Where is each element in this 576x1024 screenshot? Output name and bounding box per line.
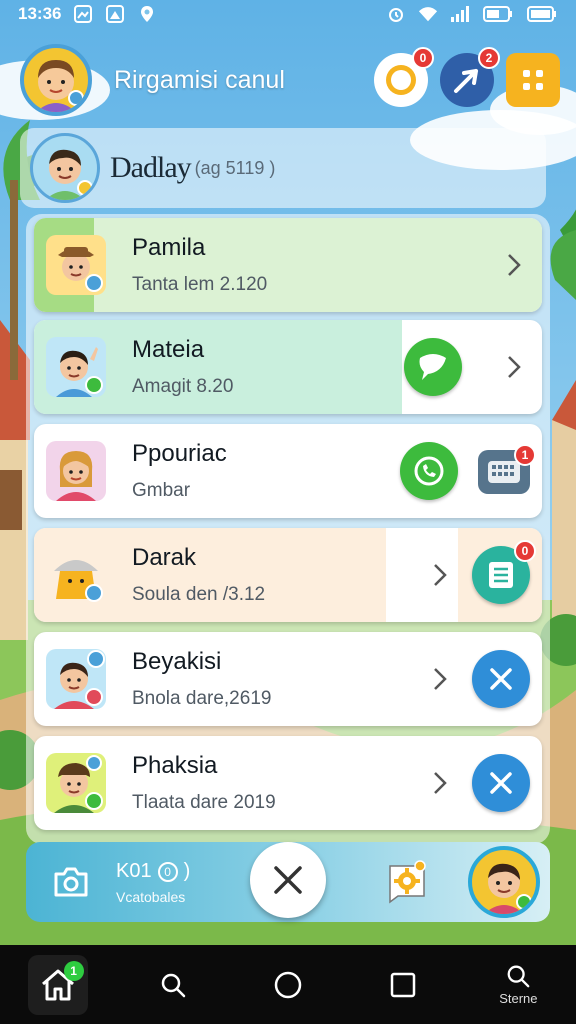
contact-name: Mateia	[132, 336, 205, 363]
counter-badge: 0	[157, 861, 178, 882]
remove-button[interactable]	[472, 754, 530, 812]
remove-button[interactable]	[472, 650, 530, 708]
chevron-right-icon[interactable]	[430, 561, 450, 589]
signal-icon	[450, 4, 470, 24]
profile-name: Dadlay	[110, 151, 192, 184]
close-button[interactable]	[250, 842, 326, 918]
keyboard-badge: 1	[514, 444, 536, 466]
whatsapp-button[interactable]	[400, 442, 458, 500]
chat-bubble-icon	[419, 354, 446, 380]
status-time: 13:36	[18, 4, 62, 23]
location-icon	[137, 4, 157, 24]
search-icon	[161, 973, 186, 997]
user-avatar[interactable]	[20, 44, 92, 116]
search-icon	[507, 965, 530, 988]
camera-icon	[54, 867, 88, 897]
chevron-right-icon[interactable]	[504, 353, 524, 381]
wifi-icon	[418, 4, 438, 24]
nav-search-labeled[interactable]: Sterne	[488, 955, 548, 1015]
nav-recents[interactable]	[373, 955, 433, 1015]
system-nav-bar: 1 Sterne	[0, 945, 576, 1024]
battery-full-icon	[526, 4, 558, 24]
status-left: 13:36	[18, 4, 157, 24]
nav-home[interactable]: 1	[27, 954, 88, 1015]
contact-avatar	[46, 441, 106, 501]
profile-subtitle: (ag 5119 )	[194, 157, 276, 178]
app-title: Rirgamisi canul	[114, 65, 285, 94]
close-icon	[490, 772, 512, 794]
bottom-action-card: K01 0 ) Vcatobales	[26, 842, 550, 922]
vocabulary-counter[interactable]: K01 0 ) Vcatobales	[116, 860, 190, 905]
chat-list: Pamila Tanta lem 2.120 Mateia Amagit 8.2…	[26, 214, 550, 844]
compass-button[interactable]: 0	[374, 47, 434, 107]
keyboard-icon	[488, 461, 520, 483]
status-bar: 13:36	[0, 0, 576, 28]
counter-value: K01	[116, 860, 152, 882]
chevron-right-icon[interactable]	[504, 251, 524, 279]
list-item[interactable]: Phaksia Tlaata dare 2019	[34, 736, 542, 830]
status-right	[386, 4, 558, 24]
home-badge: 1	[63, 960, 84, 981]
list-item[interactable]: Beyakisi Bnola dare,2619	[34, 632, 542, 726]
app-header: Rirgamisi canul 0 2	[20, 40, 560, 120]
contact-subtitle: Tanta lem 2.120	[132, 274, 268, 295]
notes-badge: 0	[514, 540, 536, 562]
gallery-notification-icon	[73, 4, 93, 24]
close-icon	[490, 668, 512, 690]
nav-search[interactable]	[143, 955, 203, 1015]
keyboard-button[interactable]: 1	[478, 444, 536, 494]
contact-avatar	[46, 753, 106, 813]
list-item[interactable]: Pamila Tanta lem 2.120	[34, 218, 542, 312]
contact-name: Pamila	[132, 234, 206, 261]
alarm-icon	[386, 4, 406, 24]
share-button[interactable]: 2	[440, 47, 500, 107]
square-recents-icon	[390, 972, 416, 997]
chevron-right-icon[interactable]	[430, 665, 450, 693]
settings-note-button[interactable]	[384, 858, 432, 906]
bottom-user-avatar[interactable]	[468, 846, 540, 918]
grid-dots-icon	[523, 70, 543, 90]
contact-avatar	[46, 235, 106, 295]
list-document-icon	[489, 562, 513, 588]
message-button[interactable]	[404, 338, 462, 396]
close-icon	[274, 866, 302, 894]
counter-label: Vcatobales	[116, 889, 186, 905]
chevron-right-icon[interactable]	[430, 769, 450, 797]
contact-subtitle: Amagit 8.20	[132, 376, 234, 397]
contact-avatar	[46, 649, 106, 709]
contact-avatar	[46, 337, 106, 397]
camera-button[interactable]	[52, 864, 90, 900]
compass-badge: 0	[412, 47, 434, 69]
nav-home-circle[interactable]	[258, 955, 318, 1015]
nav-search-label: Sterne	[499, 991, 538, 1006]
profile-row[interactable]: Dadlay (ag 5119 )	[20, 128, 546, 208]
gear-note-icon	[389, 860, 426, 904]
profile-avatar[interactable]	[30, 133, 100, 203]
list-item[interactable]: Darak Soula den /3.12 0	[34, 528, 542, 622]
apps-button[interactable]	[506, 53, 560, 107]
contact-avatar	[46, 545, 106, 605]
list-item[interactable]: Ppouriac Gmbar 1	[34, 424, 542, 518]
circle-home-icon	[274, 971, 302, 998]
battery-icon	[482, 4, 514, 24]
share-badge: 2	[478, 47, 500, 69]
list-item[interactable]: Mateia Amagit 8.20	[34, 320, 542, 414]
phone-bubble-icon	[414, 456, 444, 486]
send-arrow-icon	[454, 69, 478, 93]
notes-button[interactable]: 0	[472, 540, 536, 604]
photo-notification-icon	[105, 4, 125, 24]
